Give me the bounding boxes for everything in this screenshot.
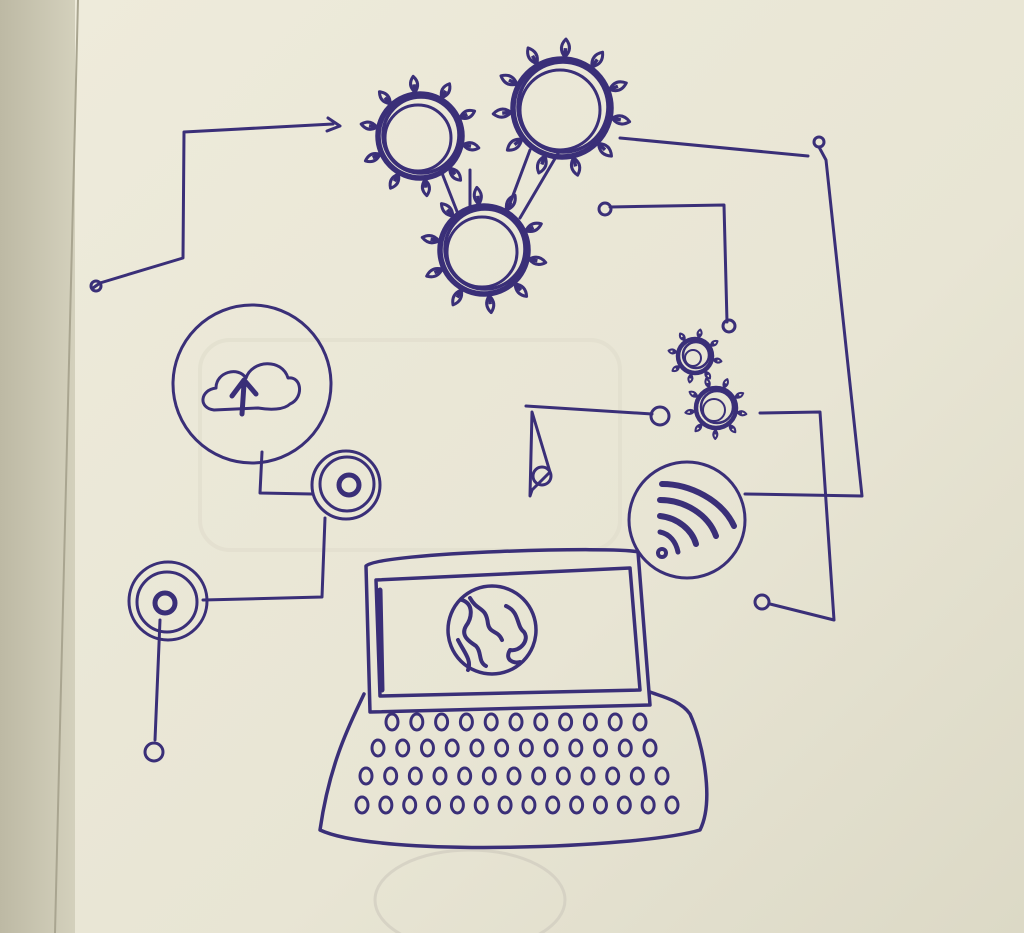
gear-tooth-fill [462, 143, 472, 149]
gear-tooth-fill [430, 237, 440, 243]
gear-tooth-fill [689, 374, 693, 379]
gear-tooth-fill [528, 257, 538, 263]
gear-tooth-fill [611, 116, 622, 122]
gear-tooth-fill [487, 295, 492, 305]
gear-tooth-fill [563, 47, 568, 58]
gear-tooth-fill [502, 110, 512, 115]
gear-tooth-fill [368, 123, 378, 129]
gear-tooth-fill [713, 358, 718, 362]
gear-tooth-fill [722, 382, 727, 388]
gear-tooth-fill [476, 195, 481, 205]
gear-tooth-fill [423, 179, 428, 188]
hand-drawn-network-diagram [0, 0, 1024, 933]
gear-tooth-fill [571, 157, 578, 167]
gear-tooth-fill [689, 410, 695, 414]
gear-tooth-fill [697, 333, 701, 338]
gear-tooth-fill [737, 411, 743, 415]
gear-tooth-fill [412, 84, 417, 93]
gear-tooth-fill [706, 382, 711, 388]
gear-tooth-fill [672, 350, 677, 354]
laptop-screen-edge [377, 587, 385, 693]
